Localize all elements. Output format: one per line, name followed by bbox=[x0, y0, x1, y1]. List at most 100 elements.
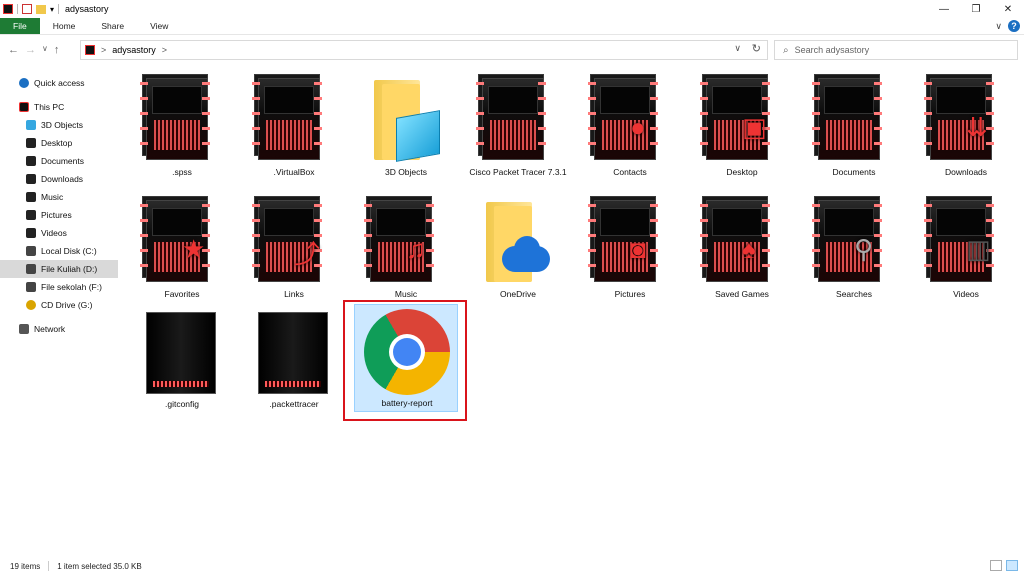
search-input[interactable]: ⌕ Search adysastory bbox=[774, 40, 1018, 60]
sidebar-item-label: CD Drive (G:) bbox=[41, 300, 93, 310]
file-item-desktop[interactable]: ▣ Desktop bbox=[690, 74, 794, 182]
new-folder-icon[interactable] bbox=[36, 4, 46, 14]
highlight-annotation bbox=[343, 300, 467, 421]
item-count: 19 items bbox=[10, 561, 41, 571]
tab-view[interactable]: View bbox=[137, 18, 181, 34]
dark-folder-downloads-icon: ⇊ bbox=[924, 74, 1008, 162]
sidebar-item-label: Desktop bbox=[41, 138, 73, 148]
videos-icon bbox=[26, 228, 36, 238]
file-item-music[interactable]: ♫ Music bbox=[354, 196, 458, 304]
breadcrumb-adysastory[interactable]: adysastory bbox=[112, 45, 156, 55]
sidebar-item-file-sekolah-f[interactable]: File sekolah (F:) bbox=[0, 278, 118, 296]
dark-folder-pictures-icon: ◙ bbox=[588, 196, 672, 284]
close-button[interactable]: ✕ bbox=[992, 0, 1024, 18]
downloads-icon bbox=[26, 174, 36, 184]
music-icon bbox=[26, 192, 36, 202]
dark-folder-icon bbox=[476, 74, 560, 162]
sidebar-item-quick-access[interactable]: Quick access bbox=[0, 74, 118, 92]
address-dropdown-button[interactable]: ∨ bbox=[734, 43, 741, 54]
file-item-searches[interactable]: ⚲ Searches bbox=[802, 196, 906, 304]
sidebar-item-videos[interactable]: Videos bbox=[0, 224, 118, 242]
file-item-label: Contacts bbox=[613, 167, 647, 177]
cube-icon bbox=[26, 120, 36, 130]
sidebar-item-3d-objects[interactable]: 3D Objects bbox=[0, 116, 118, 134]
maximize-button[interactable]: ❐ bbox=[960, 0, 992, 18]
breadcrumb-separator[interactable]: > bbox=[101, 45, 106, 55]
sidebar-item-music[interactable]: Music bbox=[0, 188, 118, 206]
address-bar[interactable]: > adysastory > ∨ ↻ bbox=[80, 40, 768, 60]
status-divider bbox=[48, 561, 50, 571]
file-item-cisco-packet-tracer[interactable]: Cisco Packet Tracer 7.3.1 bbox=[466, 74, 570, 182]
file-item-saved-games[interactable]: ♠ Saved Games bbox=[690, 196, 794, 304]
sidebar-item-desktop[interactable]: Desktop bbox=[0, 134, 118, 152]
3d-objects-folder-icon bbox=[374, 80, 440, 162]
search-placeholder: Search adysastory bbox=[794, 45, 870, 55]
sidebar-item-this-pc[interactable]: This PC bbox=[0, 98, 118, 116]
file-item-label: Pictures bbox=[614, 289, 646, 299]
details-view-icon[interactable] bbox=[990, 560, 1002, 571]
sidebar-item-label: Music bbox=[41, 192, 64, 202]
sidebar-item-downloads[interactable]: Downloads bbox=[0, 170, 118, 188]
sidebar-item-cd-drive-g[interactable]: CD Drive (G:) bbox=[0, 296, 118, 314]
large-icons-view-icon[interactable] bbox=[1006, 560, 1018, 571]
sidebar-item-network[interactable]: Network bbox=[0, 320, 118, 338]
customize-toolbar-icon[interactable]: ▾ bbox=[50, 5, 54, 14]
tab-file[interactable]: File bbox=[0, 18, 40, 34]
file-item-gitconfig[interactable]: .gitconfig bbox=[130, 306, 234, 414]
sidebar-item-documents[interactable]: Documents bbox=[0, 152, 118, 170]
up-button[interactable]: ↑ bbox=[54, 44, 60, 56]
file-item-packettracer[interactable]: .packettracer bbox=[242, 306, 346, 414]
tab-home[interactable]: Home bbox=[40, 18, 89, 34]
file-item-documents[interactable]: Documents bbox=[802, 74, 906, 182]
app-icon[interactable] bbox=[3, 4, 13, 14]
file-item-spss[interactable]: .spss bbox=[130, 74, 234, 182]
address-row: ← → ∨ ↑ > adysastory > ∨ ↻ ⌕ Search adys… bbox=[0, 38, 1024, 62]
sidebar-item-label: Local Disk (C:) bbox=[41, 246, 97, 256]
sidebar-item-label: Network bbox=[34, 324, 66, 334]
sidebar-item-pictures[interactable]: Pictures bbox=[0, 206, 118, 224]
file-item-downloads[interactable]: ⇊ Downloads bbox=[914, 74, 1018, 182]
disk-icon bbox=[26, 246, 36, 256]
file-item-label: Music bbox=[394, 289, 418, 299]
file-item-3d-objects[interactable]: 3D Objects bbox=[354, 74, 458, 182]
file-item-videos[interactable]: ▥ Videos bbox=[914, 196, 1018, 304]
file-item-favorites[interactable]: ★ Favorites bbox=[130, 196, 234, 304]
tab-share[interactable]: Share bbox=[88, 18, 137, 34]
recent-locations-button[interactable]: ∨ bbox=[42, 44, 48, 56]
ribbon-tabs: File Home Share View ∨ ? bbox=[0, 18, 1024, 35]
toolbar-divider bbox=[17, 4, 18, 14]
file-item-label: Searches bbox=[836, 289, 872, 299]
file-item-contacts[interactable]: ● Contacts bbox=[578, 74, 682, 182]
config-file-icon bbox=[146, 312, 216, 394]
selection-info: 1 item selected 35.0 KB bbox=[57, 561, 142, 571]
file-item-pictures[interactable]: ◙ Pictures bbox=[578, 196, 682, 304]
minimize-button[interactable]: — bbox=[928, 0, 960, 18]
refresh-button[interactable]: ↻ bbox=[752, 42, 761, 55]
help-icon[interactable]: ? bbox=[1008, 20, 1020, 32]
file-item-label: Saved Games bbox=[715, 289, 769, 299]
file-item-label: Links bbox=[284, 289, 304, 299]
toolbar-divider bbox=[58, 4, 60, 14]
back-button[interactable]: ← bbox=[8, 44, 19, 56]
dark-folder-icon bbox=[140, 74, 224, 162]
file-item-label: Desktop bbox=[726, 167, 758, 177]
config-file-icon bbox=[258, 312, 328, 394]
forward-button[interactable]: → bbox=[25, 44, 36, 56]
navigation-pane: Quick access This PC 3D Objects Desktop … bbox=[0, 74, 118, 554]
expand-ribbon-icon[interactable]: ∨ bbox=[995, 21, 1002, 32]
file-item-links[interactable]: ⤴ Links bbox=[242, 196, 346, 304]
file-item-label: Videos bbox=[953, 289, 979, 299]
sidebar-item-label: File sekolah (F:) bbox=[41, 282, 102, 292]
status-bar: 19 items 1 item selected 35.0 KB bbox=[0, 559, 1024, 573]
file-item-onedrive[interactable]: OneDrive bbox=[466, 196, 570, 304]
sidebar-item-file-kuliah-d[interactable]: File Kuliah (D:) bbox=[0, 260, 118, 278]
sidebar-item-local-disk-c[interactable]: Local Disk (C:) bbox=[0, 242, 118, 260]
file-item-virtualbox[interactable]: .VirtualBox bbox=[242, 74, 346, 182]
sidebar-item-label: Quick access bbox=[34, 78, 85, 88]
file-item-label: Cisco Packet Tracer 7.3.1 bbox=[469, 167, 567, 177]
cd-icon bbox=[26, 300, 36, 310]
network-icon bbox=[19, 324, 29, 334]
properties-icon[interactable] bbox=[22, 4, 32, 14]
computer-icon bbox=[19, 102, 29, 112]
breadcrumb-separator[interactable]: > bbox=[162, 45, 167, 55]
